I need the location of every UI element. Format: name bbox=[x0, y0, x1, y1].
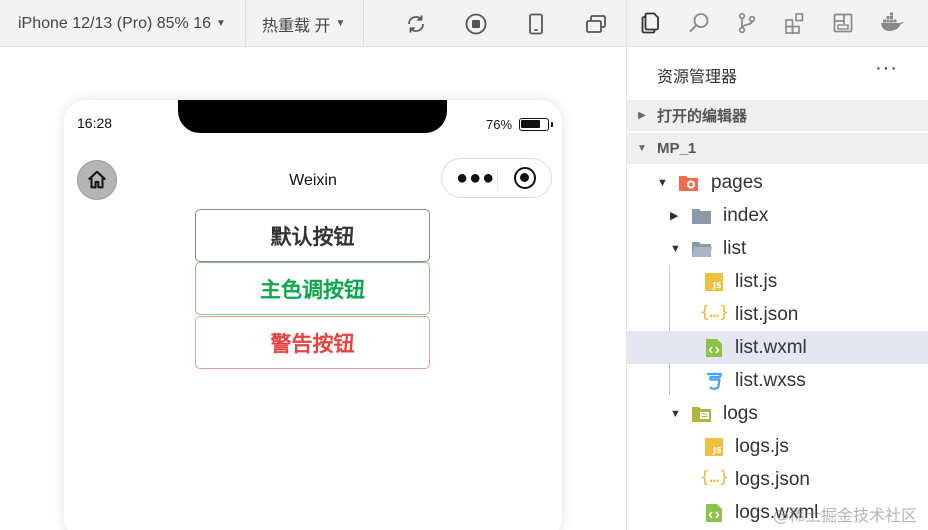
toolbar-divider bbox=[363, 0, 364, 47]
watermark: @稀土掘金技术社区 bbox=[773, 506, 918, 525]
status-time: 16:28 bbox=[77, 115, 113, 131]
tree-label: pages bbox=[711, 172, 763, 193]
docker-icon[interactable] bbox=[879, 11, 905, 35]
project-label: MP_1 bbox=[657, 140, 697, 157]
wxml-file-icon bbox=[706, 504, 722, 522]
more-icon[interactable]: ··· bbox=[875, 57, 898, 80]
tree-file-list-wxml[interactable]: list.wxml bbox=[627, 331, 928, 364]
tree-folder-index[interactable]: ▶ index bbox=[627, 199, 928, 232]
folder-icon bbox=[692, 209, 711, 224]
tree-label: list bbox=[723, 238, 747, 259]
js-file-icon: JS bbox=[705, 273, 723, 291]
tree-label: logs.json bbox=[735, 469, 810, 490]
tree-folder-pages[interactable]: ▼ pages bbox=[627, 166, 928, 199]
css-file-icon bbox=[707, 372, 723, 391]
chevron-down-icon: ▼ bbox=[657, 176, 668, 189]
tree-file-list-wxss[interactable]: list.wxss bbox=[627, 364, 928, 397]
close-target-icon[interactable] bbox=[514, 167, 536, 189]
tree-label: list.js bbox=[735, 271, 778, 292]
explorer-title: 资源管理器 bbox=[657, 69, 738, 86]
battery-percent: 76% bbox=[486, 117, 513, 132]
folder-open-icon bbox=[679, 176, 698, 191]
tree-label: index bbox=[723, 205, 769, 226]
chevron-down-icon: ▼ bbox=[216, 18, 226, 29]
chevron-right-icon: ▶ bbox=[638, 110, 646, 121]
chevron-down-icon: ▼ bbox=[670, 242, 681, 255]
tree-label: list.wxml bbox=[735, 337, 807, 358]
tree-folder-logs[interactable]: ▼ logs bbox=[627, 397, 928, 430]
wxml-file-icon bbox=[706, 339, 722, 357]
primary-button[interactable]: 主色调按钮 bbox=[195, 262, 430, 315]
activity-bar bbox=[626, 0, 928, 47]
battery-nub bbox=[551, 122, 553, 127]
phone-frame: 16:28 76% Weixin ●●● 默认按钮 主色调按钮 警告按钮 bbox=[64, 100, 562, 530]
hot-reload-label: 热重载 开 bbox=[262, 17, 331, 35]
toolbar-divider bbox=[245, 0, 246, 47]
tree-label: logs.js bbox=[735, 436, 789, 457]
phone-notch bbox=[178, 100, 447, 133]
layout-icon[interactable] bbox=[831, 11, 855, 35]
phone-icon[interactable] bbox=[524, 12, 548, 36]
tree-file-list-js[interactable]: JS list.js bbox=[627, 265, 928, 298]
chevron-right-icon: ▶ bbox=[670, 210, 679, 222]
tree-label: list.json bbox=[735, 304, 799, 325]
device-select-label: iPhone 12/13 (Pro) 85% 16 bbox=[18, 14, 212, 32]
json-file-icon: {…} bbox=[700, 467, 729, 486]
tree-file-list-json[interactable]: {…} list.json bbox=[627, 298, 928, 331]
tree-label: list.wxss bbox=[735, 370, 806, 391]
json-file-icon: {…} bbox=[700, 302, 729, 321]
folder-open-icon bbox=[692, 242, 712, 257]
tree-file-logs-js[interactable]: JS logs.js bbox=[627, 430, 928, 463]
capsule-divider bbox=[497, 169, 498, 189]
tree-file-logs-json[interactable]: {…} logs.json bbox=[627, 463, 928, 496]
capsule-menu: ●●● bbox=[441, 158, 552, 198]
search-icon[interactable] bbox=[687, 11, 711, 35]
chevron-down-icon: ▼ bbox=[637, 143, 647, 154]
battery-level bbox=[521, 120, 540, 128]
open-editors-section[interactable]: ▶ 打开的编辑器 bbox=[627, 100, 928, 131]
project-section[interactable]: ▼ MP_1 bbox=[627, 133, 928, 164]
svg-text:JS: JS bbox=[712, 446, 722, 455]
simulator-toolbar: iPhone 12/13 (Pro) 85% 16 ▼ 热重载 开 ▼ bbox=[0, 0, 626, 47]
more-dots-icon[interactable]: ●●● bbox=[456, 168, 495, 188]
default-button[interactable]: 默认按钮 bbox=[195, 209, 430, 262]
tree-label: logs bbox=[723, 403, 758, 424]
explorer-panel: 资源管理器 ··· ▶ 打开的编辑器 ▼ MP_1 ▼ pages ▶ inde… bbox=[626, 47, 928, 530]
svg-text:JS: JS bbox=[712, 281, 722, 290]
js-file-icon: JS bbox=[705, 438, 723, 456]
tree-folder-list[interactable]: ▼ list bbox=[627, 232, 928, 265]
battery-icon bbox=[519, 118, 553, 131]
window-icon[interactable] bbox=[584, 12, 608, 36]
files-icon[interactable] bbox=[639, 11, 663, 35]
hot-reload-select[interactable]: 热重载 开 ▼ bbox=[262, 0, 345, 47]
stop-icon[interactable] bbox=[464, 12, 488, 36]
source-control-icon[interactable] bbox=[735, 11, 759, 35]
devtools-window: iPhone 12/13 (Pro) 85% 16 ▼ 热重载 开 ▼ 16:2… bbox=[0, 0, 928, 530]
extensions-icon[interactable] bbox=[783, 11, 807, 35]
chevron-down-icon: ▼ bbox=[670, 407, 681, 420]
chevron-down-icon: ▼ bbox=[335, 18, 346, 29]
open-editors-label: 打开的编辑器 bbox=[657, 108, 748, 125]
device-select[interactable]: iPhone 12/13 (Pro) 85% 16 ▼ bbox=[18, 0, 226, 47]
refresh-icon[interactable] bbox=[404, 12, 428, 36]
folder-open-icon bbox=[692, 407, 711, 422]
warn-button[interactable]: 警告按钮 bbox=[195, 316, 430, 369]
